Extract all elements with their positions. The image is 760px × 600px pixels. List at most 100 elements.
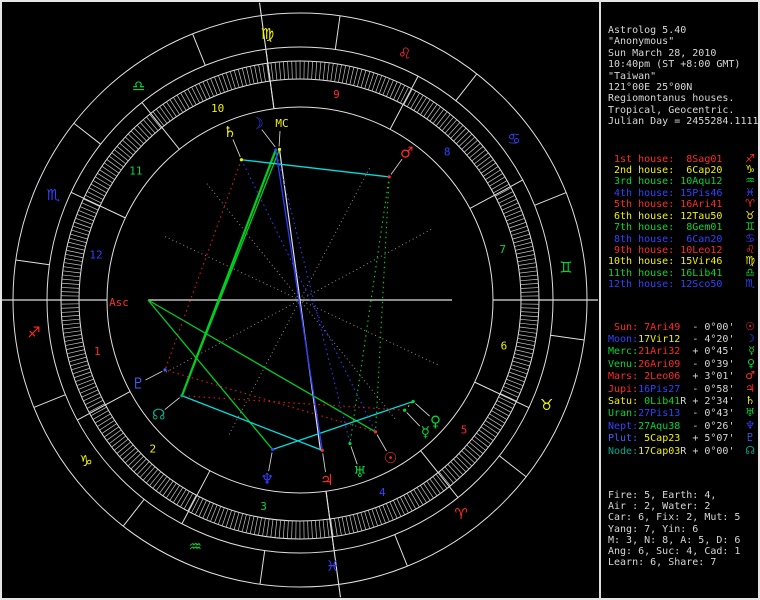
house-cusp-text: 6th house: 12Tau50 xyxy=(608,210,723,222)
sun-wheel-icon: ☉ xyxy=(384,449,397,467)
planet-label: Jupi: xyxy=(608,383,639,395)
planet-position: 0Lib41 xyxy=(638,395,681,407)
header-line-5: 121°00E 25°00N xyxy=(608,82,693,94)
planet-position: 7Ari49 xyxy=(638,321,681,333)
planet-delta: - 4°20' xyxy=(686,333,735,345)
angle-axes xyxy=(2,2,598,598)
house-row: 6th house: 12Tau50 ♉ xyxy=(608,209,758,222)
planet-position: 2Leo06 xyxy=(638,371,681,383)
gemini-sign-icon: ♊ xyxy=(559,258,572,276)
jupiter-glyph-icon: ♃ xyxy=(745,381,755,395)
planet-delta: + 0°45' xyxy=(686,346,735,358)
house-row: 11th house: 16Lib41 ♎ xyxy=(608,266,758,279)
house-number-6: 6 xyxy=(501,340,508,353)
pluto-wheel-icon: ♇ xyxy=(132,375,145,393)
house-number-9: 9 xyxy=(333,88,340,101)
header-line-8: Julian Day = 2455284.1111 xyxy=(608,116,759,128)
house-row: 4th house: 15Pis46 ♓ xyxy=(608,187,758,199)
planet-position: 27Pis13 xyxy=(638,408,681,420)
planet-label: Plut: xyxy=(608,433,639,445)
house-row: 8th house: 6Can20 ♋ xyxy=(608,232,758,245)
house-number-5: 5 xyxy=(461,423,468,436)
midheaven-label: MC xyxy=(275,117,288,130)
header-line-3: 10:40pm (ST +8:00 GMT) xyxy=(608,59,741,71)
neptune-wheel-icon: ♆ xyxy=(260,470,273,488)
house-number-2: 2 xyxy=(150,442,157,455)
mercury-wheel-icon: ☿ xyxy=(421,423,430,441)
planet-row: Sun: 7Ari49 - 0°00' ☉ xyxy=(608,319,758,333)
house-table: 1st house: 8Sag01 ♐ 2nd house: 6Cap20 ♑ 3r… xyxy=(608,152,758,291)
planet-position: 21Ari32 xyxy=(638,346,681,358)
house-cusp-text: 12th house: 12Sco50 xyxy=(608,279,723,291)
scorpio-sign-icon: ♏ xyxy=(47,186,61,204)
planet-row: Node: 17Cap03 R + 0°00' ☊ xyxy=(608,444,758,457)
saturn-glyph-icon: ♄ xyxy=(745,393,755,407)
stats-line-2: Car: 6, Fix: 2, Mut: 5 xyxy=(608,512,741,524)
planet-row: Satu: 0Lib41 R + 2°34' ♄ xyxy=(608,395,758,407)
house-row: 5th house: 16Ari41 ♈ xyxy=(608,198,758,211)
node-wheel-icon: ☊ xyxy=(152,406,165,424)
planet-label: Merc: xyxy=(608,346,639,358)
capricorn-sign-icon: ♑ xyxy=(79,452,92,470)
chart-wheel: ♈♉♊♋♌♍♎♏♐♑♒♓123456789101112☉☽☿♀♂♃♄♅♆♇☊As… xyxy=(2,2,598,598)
house-number-7: 7 xyxy=(499,243,506,256)
planet-row: Merc: 21Ari32 + 0°45' ☿ xyxy=(608,345,758,357)
ascendant-label: Asc xyxy=(109,296,129,309)
house-cusp-text: 10th house: 15Vir46 xyxy=(608,256,723,268)
neptune-glyph-icon: ♆ xyxy=(745,418,755,432)
house-row: 3rd house: 10Aqu12 ♒ xyxy=(608,175,758,187)
jupiter-wheel-icon: ♃ xyxy=(320,471,333,489)
sun-glyph-icon: ☉ xyxy=(745,319,755,333)
planet-delta: + 3°01' xyxy=(686,371,735,383)
planet-row: Plut: 5Cap23 + 5°07' ♇ xyxy=(608,432,758,444)
house-number-11: 11 xyxy=(129,165,142,178)
stats-line-3: Yang: 7, Yin: 6 xyxy=(608,523,699,535)
aquarius-sign-icon: ♒ xyxy=(188,538,201,556)
stats-line-0: Fire: 5, Earth: 4, xyxy=(608,490,717,501)
mercury-glyph-icon: ☿ xyxy=(748,344,755,358)
house-cusp-text: 1st house: 8Sag01 xyxy=(608,153,723,165)
house-cusp-text: 8th house: 6Can20 xyxy=(608,233,723,245)
planet-label: Moon: xyxy=(608,333,639,345)
sign-glyph-icon: ♊ xyxy=(745,220,755,234)
house-cusp-text: 9th house: 10Leo12 xyxy=(608,244,723,256)
planet-delta: + 5°07' xyxy=(686,433,735,445)
header-line-7: Tropical, Geocentric. xyxy=(608,104,735,116)
house-row: 2nd house: 6Cap20 ♑ xyxy=(608,164,758,176)
planet-row: Uran: 27Pis13 - 0°43' ♅ xyxy=(608,407,758,419)
house-row: 10th house: 15Vir46 ♍ xyxy=(608,255,758,268)
house-row: 7th house: 8Gem01 ♊ xyxy=(608,220,758,234)
moon-glyph-icon: ☽ xyxy=(745,331,755,345)
planet-position: 27Aqu38 xyxy=(638,420,681,432)
planet-row: Nept: 27Aqu38 - 0°26' ♆ xyxy=(608,418,758,432)
house-number-8: 8 xyxy=(444,146,451,159)
header-line-6: Regiomontanus houses. xyxy=(608,93,735,105)
angle-labels: Asc MC xyxy=(109,117,289,309)
planet-delta: + 2°34' xyxy=(686,395,735,407)
mars-glyph-icon: ♂ xyxy=(745,369,755,383)
venus-glyph-icon: ♀ xyxy=(746,356,755,370)
header-line-1: "Anonymous" xyxy=(608,36,675,48)
cancer-sign-icon: ♋ xyxy=(507,130,520,148)
planet-position: 16Pis27 xyxy=(638,383,681,395)
house-number-1: 1 xyxy=(94,345,101,358)
house-cusp-text: 11th house: 16Lib41 xyxy=(608,267,723,279)
libra-sign-icon: ♎ xyxy=(132,77,145,95)
saturn-wheel-icon: ♄ xyxy=(223,123,236,141)
header-line-4: "Taiwan" xyxy=(608,70,657,82)
moon-wheel-icon: ☽ xyxy=(250,114,263,132)
house-number-10: 10 xyxy=(211,102,224,115)
uranus-glyph-icon: ♅ xyxy=(745,406,755,420)
planet-label: Node: xyxy=(608,445,639,457)
planet-glyph-layer: ☉ ☽ ☿♀ ♂ ♃ ♄ ♅ ♆ ♇ ☊ xyxy=(132,114,441,489)
house-cusp-text: 5th house: 16Ari41 xyxy=(608,199,723,211)
pluto-glyph-icon: ♇ xyxy=(745,431,755,445)
planet-table: Sun: 7Ari49 - 0°00' ☉ Moon: 17Vir12 - 4°20'… xyxy=(608,319,758,457)
stats-line-5: Ang: 6, Suc: 4, Cad: 1 xyxy=(608,546,741,558)
planet-row: Moon: 17Vir12 - 4°20' ☽ xyxy=(608,333,758,345)
info-panel: Astrolog 5.40 "Anonymous" Sun March 28, 20… xyxy=(601,0,759,600)
header-block: Astrolog 5.40 "Anonymous" Sun March 28, 20… xyxy=(608,25,759,128)
house-row: 12th house: 12Sco50 ♏ xyxy=(608,278,758,291)
house-number-3: 3 xyxy=(260,500,267,513)
planet-label: Satu: xyxy=(608,395,639,407)
